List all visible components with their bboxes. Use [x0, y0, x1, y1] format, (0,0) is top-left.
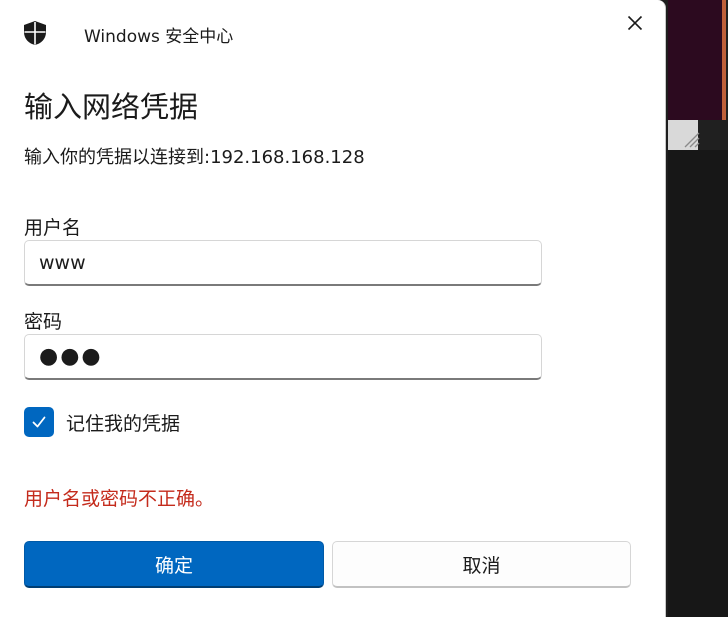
resize-grip-icon[interactable]	[682, 130, 700, 148]
ok-button[interactable]: 确定	[24, 541, 324, 588]
background-dark-area	[668, 150, 728, 617]
password-label: 密码	[24, 311, 63, 333]
close-icon	[627, 15, 643, 31]
username-value: www	[39, 251, 86, 274]
dialog-description: 输入你的凭据以连接到:192.168.168.128	[24, 147, 365, 168]
cancel-button[interactable]: 取消	[332, 541, 631, 588]
background-window	[668, 0, 728, 617]
dialog-heading: 输入网络凭据	[24, 90, 199, 124]
credential-dialog: Windows 安全中心 输入网络凭据 输入你的凭据以连接到:192.168.1…	[0, 0, 666, 617]
app-title: Windows 安全中心	[84, 27, 234, 47]
background-terminal-area	[668, 0, 722, 120]
close-button[interactable]	[620, 8, 650, 38]
checkmark-icon	[32, 416, 46, 428]
remember-label[interactable]: 记住我的凭据	[66, 409, 180, 436]
background-accent-border	[722, 0, 726, 120]
username-field[interactable]: www	[24, 240, 542, 286]
password-field[interactable]: ●●●	[24, 334, 542, 380]
title-bar: Windows 安全中心	[0, 0, 666, 60]
remember-checkbox[interactable]	[24, 407, 54, 437]
password-value: ●●●	[39, 344, 103, 369]
shield-icon	[24, 21, 46, 45]
error-message: 用户名或密码不正确。	[24, 488, 215, 510]
username-label: 用户名	[24, 217, 82, 239]
